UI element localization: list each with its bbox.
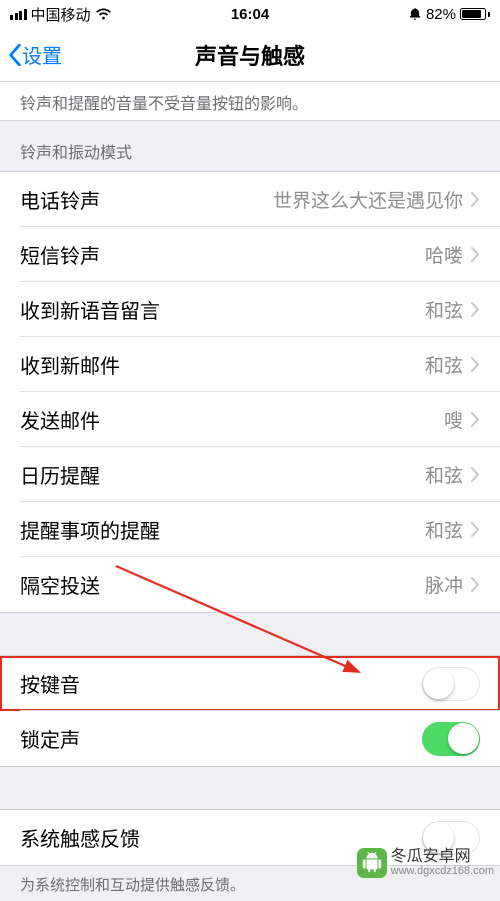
keyboard-clicks-row: 按键音 — [0, 656, 500, 711]
chevron-left-icon — [8, 44, 22, 66]
sent-mail-value: 嗖 — [444, 406, 463, 433]
status-left: 中国移动 — [10, 4, 112, 25]
page-title: 声音与触感 — [0, 39, 500, 71]
keyboard-clicks-label: 按键音 — [20, 669, 80, 698]
chevron-right-icon — [471, 467, 480, 482]
new-mail-row[interactable]: 收到新邮件 和弦 — [0, 337, 500, 392]
text-tone-label: 短信铃声 — [20, 240, 100, 269]
voicemail-row[interactable]: 收到新语音留言 和弦 — [0, 282, 500, 337]
battery-percent: 82% — [426, 6, 456, 23]
system-haptics-label: 系统触感反馈 — [20, 823, 140, 852]
chevron-right-icon — [471, 412, 480, 427]
chevron-right-icon — [471, 522, 480, 537]
sent-mail-row[interactable]: 发送邮件 嗖 — [0, 392, 500, 447]
watermark-icon — [357, 848, 387, 878]
ringtone-section-header: 铃声和振动模式 — [0, 121, 500, 171]
chevron-right-icon — [471, 302, 480, 317]
airdrop-value: 脉冲 — [425, 571, 463, 598]
back-button[interactable]: 设置 — [0, 40, 62, 69]
voicemail-value: 和弦 — [425, 296, 463, 323]
reminders-row[interactable]: 提醒事项的提醒 和弦 — [0, 502, 500, 557]
ringtone-group: 电话铃声 世界这么大还是遇见你 短信铃声 哈喽 收到新语音留言 和弦 收到新邮件… — [0, 171, 500, 613]
airdrop-row[interactable]: 隔空投送 脉冲 — [0, 557, 500, 612]
back-label: 设置 — [22, 40, 62, 69]
lock-sound-label: 锁定声 — [20, 724, 80, 753]
alarm-icon — [408, 7, 422, 21]
lock-sound-row: 锁定声 — [0, 711, 500, 766]
ringtone-label: 电话铃声 — [20, 185, 100, 214]
volume-helper-text: 铃声和提醒的音量不受音量按钮的影响。 — [0, 82, 500, 121]
status-right: 82% — [408, 6, 490, 23]
new-mail-value: 和弦 — [425, 351, 463, 378]
calendar-row[interactable]: 日历提醒 和弦 — [0, 447, 500, 502]
chevron-right-icon — [471, 192, 480, 207]
wifi-icon — [95, 8, 112, 21]
calendar-label: 日历提醒 — [20, 460, 100, 489]
calendar-value: 和弦 — [425, 461, 463, 488]
signal-icon — [10, 9, 27, 20]
voicemail-label: 收到新语音留言 — [20, 295, 160, 324]
airdrop-label: 隔空投送 — [20, 570, 100, 599]
chevron-right-icon — [471, 577, 480, 592]
reminders-value: 和弦 — [425, 516, 463, 543]
ringtone-value: 世界这么大还是遇见你 — [273, 186, 463, 213]
text-tone-value: 哈喽 — [425, 241, 463, 268]
watermark-title: 冬瓜安卓网 — [391, 849, 494, 866]
text-tone-row[interactable]: 短信铃声 哈喽 — [0, 227, 500, 282]
lock-sound-toggle[interactable] — [422, 722, 480, 756]
reminders-label: 提醒事项的提醒 — [20, 515, 160, 544]
ringtone-row[interactable]: 电话铃声 世界这么大还是遇见你 — [0, 172, 500, 227]
sent-mail-label: 发送邮件 — [20, 405, 100, 434]
battery-icon — [460, 8, 490, 20]
carrier-label: 中国移动 — [31, 4, 91, 25]
sounds-switch-group: 按键音 锁定声 — [0, 655, 500, 767]
chevron-right-icon — [471, 247, 480, 262]
watermark: 冬瓜安卓网 www.dgxcdz168.com — [357, 848, 494, 878]
new-mail-label: 收到新邮件 — [20, 350, 120, 379]
nav-bar: 设置 声音与触感 — [0, 28, 500, 82]
watermark-url: www.dgxcdz168.com — [391, 865, 494, 877]
chevron-right-icon — [471, 357, 480, 372]
status-bar: 中国移动 16:04 82% — [0, 0, 500, 28]
keyboard-clicks-toggle[interactable] — [422, 667, 480, 701]
